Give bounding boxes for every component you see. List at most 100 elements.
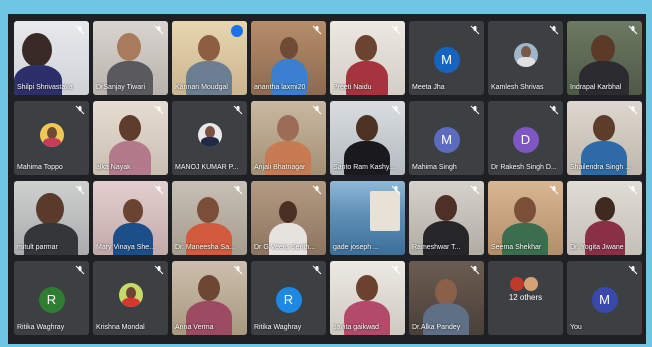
- participant-tile[interactable]: savita gaikwad: [330, 261, 405, 335]
- mic-off-icon: [75, 185, 85, 195]
- participant-name: Shilpi Shrivastava: [17, 84, 73, 91]
- participant-name: Mahima Singh: [412, 164, 457, 171]
- mic-off-icon: [154, 105, 164, 115]
- participant-name: Anjali Bhatnagar: [254, 164, 306, 171]
- participant-grid: Shilpi Shrivastava DrSanjay Tiwari Kanna…: [14, 21, 642, 335]
- mic-off-icon: [154, 185, 164, 195]
- mic-off-icon: [549, 185, 559, 195]
- mic-off-icon: [312, 185, 322, 195]
- mic-off-icon: [391, 25, 401, 35]
- participant-tile[interactable]: M Mahima Singh: [409, 101, 484, 175]
- participant-name: Mary Vinaya She...: [96, 244, 156, 251]
- mic-off-icon: [470, 185, 480, 195]
- participant-tile[interactable]: D Dr Rakesh Singh D...: [488, 101, 563, 175]
- avatar: [510, 277, 524, 291]
- participant-tile[interactable]: Preeti Naidu: [330, 21, 405, 95]
- participant-tile[interactable]: Rameshwar T...: [409, 181, 484, 255]
- participant-tile[interactable]: Dr. Yogita Jiwane: [567, 181, 642, 255]
- participant-name: Dr G Veera Senth...: [254, 244, 316, 251]
- participant-tile[interactable]: R Ritika Waghray: [251, 261, 326, 335]
- mic-off-icon: [312, 25, 322, 35]
- participant-name: Ritika Waghray: [17, 324, 65, 331]
- participant-name: Santo Ram Kashy...: [333, 164, 395, 171]
- participant-tile[interactable]: M Meeta Jha: [409, 21, 484, 95]
- participant-name: MANOJ KUMAR P...: [175, 164, 239, 171]
- avatar: [39, 123, 64, 147]
- avatar: M: [433, 127, 460, 153]
- participant-tile[interactable]: Krishna Mondal: [93, 261, 168, 335]
- meeting-window: Shilpi Shrivastava DrSanjay Tiwari Kanna…: [8, 14, 646, 344]
- avatar: [197, 123, 222, 147]
- participant-name: Anna Verma: [175, 324, 214, 331]
- mic-off-icon: [549, 25, 559, 35]
- mic-off-icon: [154, 25, 164, 35]
- others-tile[interactable]: 12 others: [488, 261, 563, 335]
- participant-tile[interactable]: mitult parmar: [14, 181, 89, 255]
- participant-tile[interactable]: Shailendra Singh ...: [567, 101, 642, 175]
- participant-tile[interactable]: Anjali Bhatnagar: [251, 101, 326, 175]
- mic-off-icon: [628, 265, 638, 275]
- mic-off-icon: [312, 105, 322, 115]
- participant-tile[interactable]: anantha laxmi20: [251, 21, 326, 95]
- participant-tile[interactable]: DrSanjay Tiwari: [93, 21, 168, 95]
- participant-name: savita gaikwad: [333, 324, 379, 331]
- participant-name: Dr. Maneesha Sa...: [175, 244, 235, 251]
- avatar: M: [433, 47, 460, 73]
- participant-name: Kamlesh Shrivas: [491, 84, 544, 91]
- avatar: M: [591, 287, 618, 313]
- participant-name: DrSanjay Tiwari: [96, 84, 146, 91]
- mic-off-icon: [75, 25, 85, 35]
- participant-name: Ritika Waghray: [254, 324, 302, 331]
- participant-tile[interactable]: Mahima Toppo: [14, 101, 89, 175]
- participant-name: alka Nayak: [96, 164, 131, 171]
- participant-tile[interactable]: Dr. Maneesha Sa...: [172, 181, 247, 255]
- participant-name: Shailendra Singh ...: [570, 164, 632, 171]
- avatar: [524, 277, 538, 291]
- participant-name: You: [570, 324, 582, 331]
- participant-tile[interactable]: Kannan Moudgal: [172, 21, 247, 95]
- participant-name: anantha laxmi20: [254, 84, 306, 91]
- participant-tile[interactable]: Seema Shekhar: [488, 181, 563, 255]
- mic-off-icon: [154, 265, 164, 275]
- mic-off-icon: [391, 265, 401, 275]
- avatar: [513, 43, 538, 67]
- participant-tile[interactable]: gade joseph ...: [330, 181, 405, 255]
- mic-off-icon: [233, 185, 243, 195]
- mic-off-icon: [312, 265, 322, 275]
- mic-off-icon: [391, 185, 401, 195]
- participant-tile[interactable]: Mary Vinaya She...: [93, 181, 168, 255]
- participant-tile[interactable]: MANOJ KUMAR P...: [172, 101, 247, 175]
- mic-off-icon: [75, 105, 85, 115]
- mic-off-icon: [470, 105, 480, 115]
- others-count: 12 others: [508, 293, 543, 302]
- audio-indicator-icon: [231, 25, 243, 37]
- participant-name: Preeti Naidu: [333, 84, 372, 91]
- participant-tile[interactable]: Indrapal Karbhal: [567, 21, 642, 95]
- participant-tile[interactable]: R Ritika Waghray: [14, 261, 89, 335]
- participant-name: Kannan Moudgal: [175, 84, 228, 91]
- participant-name: Dr.Alka Pandey: [412, 324, 461, 331]
- participant-tile[interactable]: Kamlesh Shrivas: [488, 21, 563, 95]
- participant-tile[interactable]: Shilpi Shrivastava: [14, 21, 89, 95]
- mic-off-icon: [233, 265, 243, 275]
- self-tile[interactable]: M You: [567, 261, 642, 335]
- avatar: D: [512, 127, 539, 153]
- mic-off-icon: [628, 25, 638, 35]
- participant-name: Krishna Mondal: [96, 324, 145, 331]
- participant-tile[interactable]: Anna Verma: [172, 261, 247, 335]
- mic-off-icon: [75, 265, 85, 275]
- participant-tile[interactable]: alka Nayak: [93, 101, 168, 175]
- participant-name: Dr Rakesh Singh D...: [491, 164, 557, 171]
- participant-name: Indrapal Karbhal: [570, 84, 622, 91]
- participant-tile[interactable]: Dr G Veera Senth...: [251, 181, 326, 255]
- participant-name: gade joseph ...: [333, 244, 379, 251]
- participant-name: Meeta Jha: [412, 84, 445, 91]
- mic-off-icon: [628, 185, 638, 195]
- mic-off-icon: [549, 105, 559, 115]
- participant-tile[interactable]: Santo Ram Kashy...: [330, 101, 405, 175]
- participant-name: Mahima Toppo: [17, 164, 63, 171]
- mic-off-icon: [470, 25, 480, 35]
- mic-off-icon: [470, 265, 480, 275]
- mic-off-icon: [628, 105, 638, 115]
- participant-tile[interactable]: Dr.Alka Pandey: [409, 261, 484, 335]
